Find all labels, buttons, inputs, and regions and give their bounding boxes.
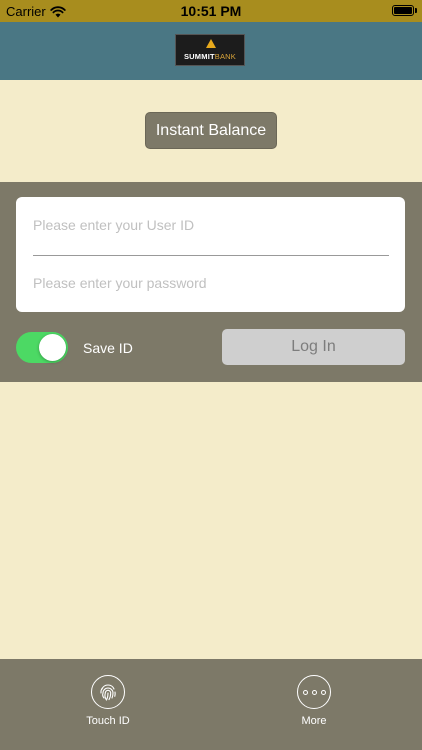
battery-icon	[392, 5, 417, 16]
field-divider	[33, 255, 389, 256]
more-dots-icon	[302, 689, 326, 695]
tab-bar: Touch ID More	[0, 659, 422, 750]
tab-more-circle	[297, 675, 331, 709]
summit-bank-logo: SUMMITBANK	[175, 34, 245, 66]
dot	[320, 689, 326, 695]
tab-touch-id[interactable]: Touch ID	[68, 675, 148, 727]
login-panel: Save ID Log In	[0, 182, 422, 382]
user-id-input[interactable]	[33, 205, 389, 245]
tab-more-label: More	[301, 715, 327, 727]
login-button[interactable]: Log In	[222, 329, 405, 365]
toggle-knob	[39, 334, 66, 361]
save-id-label: Save ID	[83, 340, 133, 356]
logo-text: SUMMITBANK	[176, 52, 244, 61]
instant-balance-button[interactable]: Instant Balance	[145, 112, 277, 149]
logo-text-light: BANK	[214, 52, 236, 61]
dot	[302, 689, 308, 695]
fingerprint-icon	[100, 684, 116, 701]
save-id-toggle[interactable]	[16, 332, 68, 363]
credentials-card	[16, 197, 405, 312]
password-input[interactable]	[33, 263, 389, 303]
status-time: 10:51 PM	[180, 3, 242, 19]
logo-text-bold: SUMMIT	[183, 52, 215, 61]
status-bar: Carrier 10:51 PM	[0, 0, 422, 22]
dot	[311, 689, 317, 695]
tab-touch-id-label: Touch ID	[86, 715, 130, 727]
logo-mountain-icon	[206, 39, 216, 48]
tab-more[interactable]: More	[274, 675, 354, 727]
tab-touch-id-circle	[91, 675, 125, 709]
app-screen: Carrier 10:51 PM SUMMITBANK Instant Bala…	[0, 0, 422, 750]
app-header: SUMMITBANK	[0, 22, 422, 80]
